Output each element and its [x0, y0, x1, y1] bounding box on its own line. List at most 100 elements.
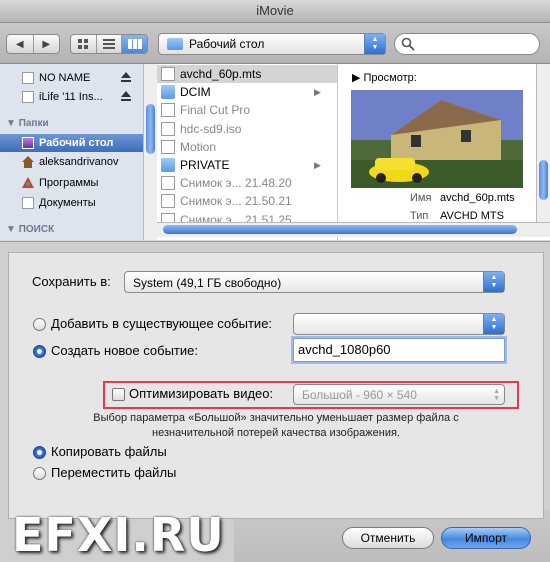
sidebar-item-no-name[interactable]: NO NAME [0, 69, 143, 87]
new-event-name-field[interactable]: avchd_1080p60 [293, 338, 505, 362]
popup-arrows-icon: ▲ ▼ [483, 272, 504, 292]
sidebar-item-documents[interactable]: Документы [0, 194, 143, 212]
sidebar-scrollbar[interactable] [143, 64, 157, 240]
file-row[interactable]: DCIM ▶ [157, 83, 337, 101]
columns-icon [127, 39, 142, 49]
sidebar-header-search: ▼ ПОИСК [6, 224, 55, 235]
disk-icon [22, 72, 34, 84]
back-button[interactable]: ◀ [7, 35, 34, 53]
file-icon [161, 121, 175, 136]
chevron-right-icon: ▶ [314, 160, 321, 170]
file-name: avchd_60p.mts [180, 67, 262, 81]
move-files-label: Переместить файлы [51, 465, 177, 480]
file-column: avchd_60p.mts DCIM ▶ Final Cut Pro hdc-sd9.i… [157, 64, 338, 240]
sidebar-item-applications[interactable]: Программы [0, 174, 143, 192]
toolbar: ◀ ▶ Рабочий стол ▲ ▼ [0, 23, 550, 64]
scroll-thumb[interactable] [539, 160, 548, 200]
scroll-thumb[interactable] [163, 225, 517, 234]
file-row[interactable]: Снимок э... 21.48.20 [157, 174, 337, 192]
sidebar-item-label: Документы [39, 197, 96, 209]
save-in-label: Сохранить в: [32, 274, 111, 289]
disclosure-triangle-icon[interactable]: ▼ [6, 224, 19, 235]
eject-icon[interactable] [121, 72, 131, 82]
file-browser: NO NAME iLife '11 Ins... ▼ Папки Рабочий… [0, 64, 550, 240]
file-name: Снимок э... 21.48.20 [180, 176, 292, 191]
right-arrow-icon: ▶ [42, 38, 51, 50]
copy-files-label: Копировать файлы [51, 444, 167, 459]
horizontal-scrollbar[interactable] [157, 222, 550, 237]
home-icon [22, 156, 34, 168]
save-in-popup[interactable]: System (49,1 ГБ свободно) ▲ ▼ [124, 271, 505, 293]
file-name: PRIVATE [180, 158, 230, 172]
forward-button[interactable]: ▶ [34, 35, 60, 53]
scroll-thumb[interactable] [146, 104, 155, 154]
sidebar-item-label: NO NAME [39, 72, 91, 84]
watermark-text: EFXI.RU [12, 508, 225, 562]
options-panel: Сохранить в: System (49,1 ГБ свободно) ▲… [8, 252, 544, 519]
window-title: iMovie [0, 0, 550, 23]
file-name: hdc-sd9.iso [180, 121, 242, 136]
popup-arrows-icon: ▲ ▼ [483, 314, 504, 334]
list-view-button[interactable] [97, 35, 123, 53]
preview-pane: ▶ Просмотр: Имя avchd_60p.mts Тип AVCHD … [344, 64, 550, 240]
file-row[interactable]: Final Cut Pro [157, 101, 337, 119]
save-in-value: System (49,1 ГБ свободно) [133, 276, 282, 290]
add-existing-radio[interactable] [33, 318, 46, 331]
sidebar-header-places: ▼ Папки [6, 118, 49, 129]
apps-icon [22, 177, 34, 188]
search-field[interactable] [394, 33, 540, 55]
optimize-checkbox[interactable] [112, 388, 125, 401]
file-row[interactable]: PRIVATE ▶ [157, 156, 337, 174]
cancel-button[interactable]: Отменить [342, 527, 434, 549]
folder-icon [161, 158, 175, 172]
disclosure-triangle-icon[interactable]: ▼ [6, 118, 19, 129]
optimize-label: Оптимизировать видео: [129, 386, 274, 401]
history-nav: ◀ ▶ [6, 34, 60, 54]
file-icon [161, 139, 175, 154]
add-existing-label: Добавить в существующее событие: [51, 316, 273, 331]
list-icon [103, 39, 115, 49]
preview-type-row: Тип AVCHD MTS [410, 210, 504, 222]
view-switcher [70, 34, 148, 54]
create-new-label: Создать новое событие: [51, 343, 198, 358]
location-label: Рабочий стол [189, 37, 265, 51]
create-new-radio[interactable] [33, 345, 46, 358]
move-files-radio[interactable] [33, 467, 46, 480]
icon-view-button[interactable] [71, 35, 97, 53]
sidebar-item-label: Рабочий стол [39, 137, 114, 149]
file-row[interactable]: Motion [157, 138, 337, 156]
preview-scrollbar[interactable] [536, 64, 550, 224]
import-button[interactable]: Импорт [441, 527, 531, 549]
existing-event-popup[interactable]: ▲ ▼ [293, 313, 505, 335]
sidebar-item-label: Программы [39, 177, 99, 189]
documents-icon [22, 197, 34, 209]
optimize-size-value: Большой - 960 × 540 [302, 388, 417, 402]
copy-files-radio[interactable] [33, 446, 46, 459]
popup-arrows-icon: ▲ ▼ [493, 388, 500, 402]
grid-icon [78, 39, 89, 49]
chevron-right-icon: ▶ [314, 87, 321, 98]
sidebar-item-label: aleksandrivanov [39, 156, 119, 168]
desktop-icon [22, 137, 34, 149]
import-options: Сохранить в: System (49,1 ГБ свободно) ▲… [0, 241, 550, 562]
eject-icon[interactable] [121, 91, 131, 101]
optimize-size-popup[interactable]: Большой - 960 × 540 ▲ ▼ [293, 384, 505, 405]
file-name: DCIM [180, 85, 211, 100]
column-view-button[interactable] [122, 35, 147, 53]
sidebar-item-ilife[interactable]: iLife '11 Ins... [0, 88, 143, 106]
location-popup[interactable]: Рабочий стол ▲ ▼ [158, 33, 386, 55]
folder-icon [167, 38, 183, 50]
import-dialog: iMovie ◀ ▶ Рабочий стол ▲ ▼ NO NAME iLif… [0, 0, 550, 562]
file-row[interactable]: avchd_60p.mts [157, 65, 337, 83]
sidebar-item-home[interactable]: aleksandrivanov [0, 153, 143, 171]
play-icon: ▶ [352, 72, 364, 84]
file-row[interactable]: hdc-sd9.iso [157, 120, 337, 138]
file-row[interactable]: Снимок э... 21.50.21 [157, 192, 337, 210]
file-icon [161, 67, 175, 81]
sidebar-item-label: iLife '11 Ins... [39, 91, 103, 103]
optimize-note: Выбор параметра «Большой» значительно ум… [93, 412, 459, 439]
sidebar-item-desktop[interactable]: Рабочий стол [0, 134, 143, 152]
video-thumbnail [351, 90, 523, 188]
left-arrow-icon: ◀ [15, 38, 24, 50]
file-icon [161, 103, 175, 118]
